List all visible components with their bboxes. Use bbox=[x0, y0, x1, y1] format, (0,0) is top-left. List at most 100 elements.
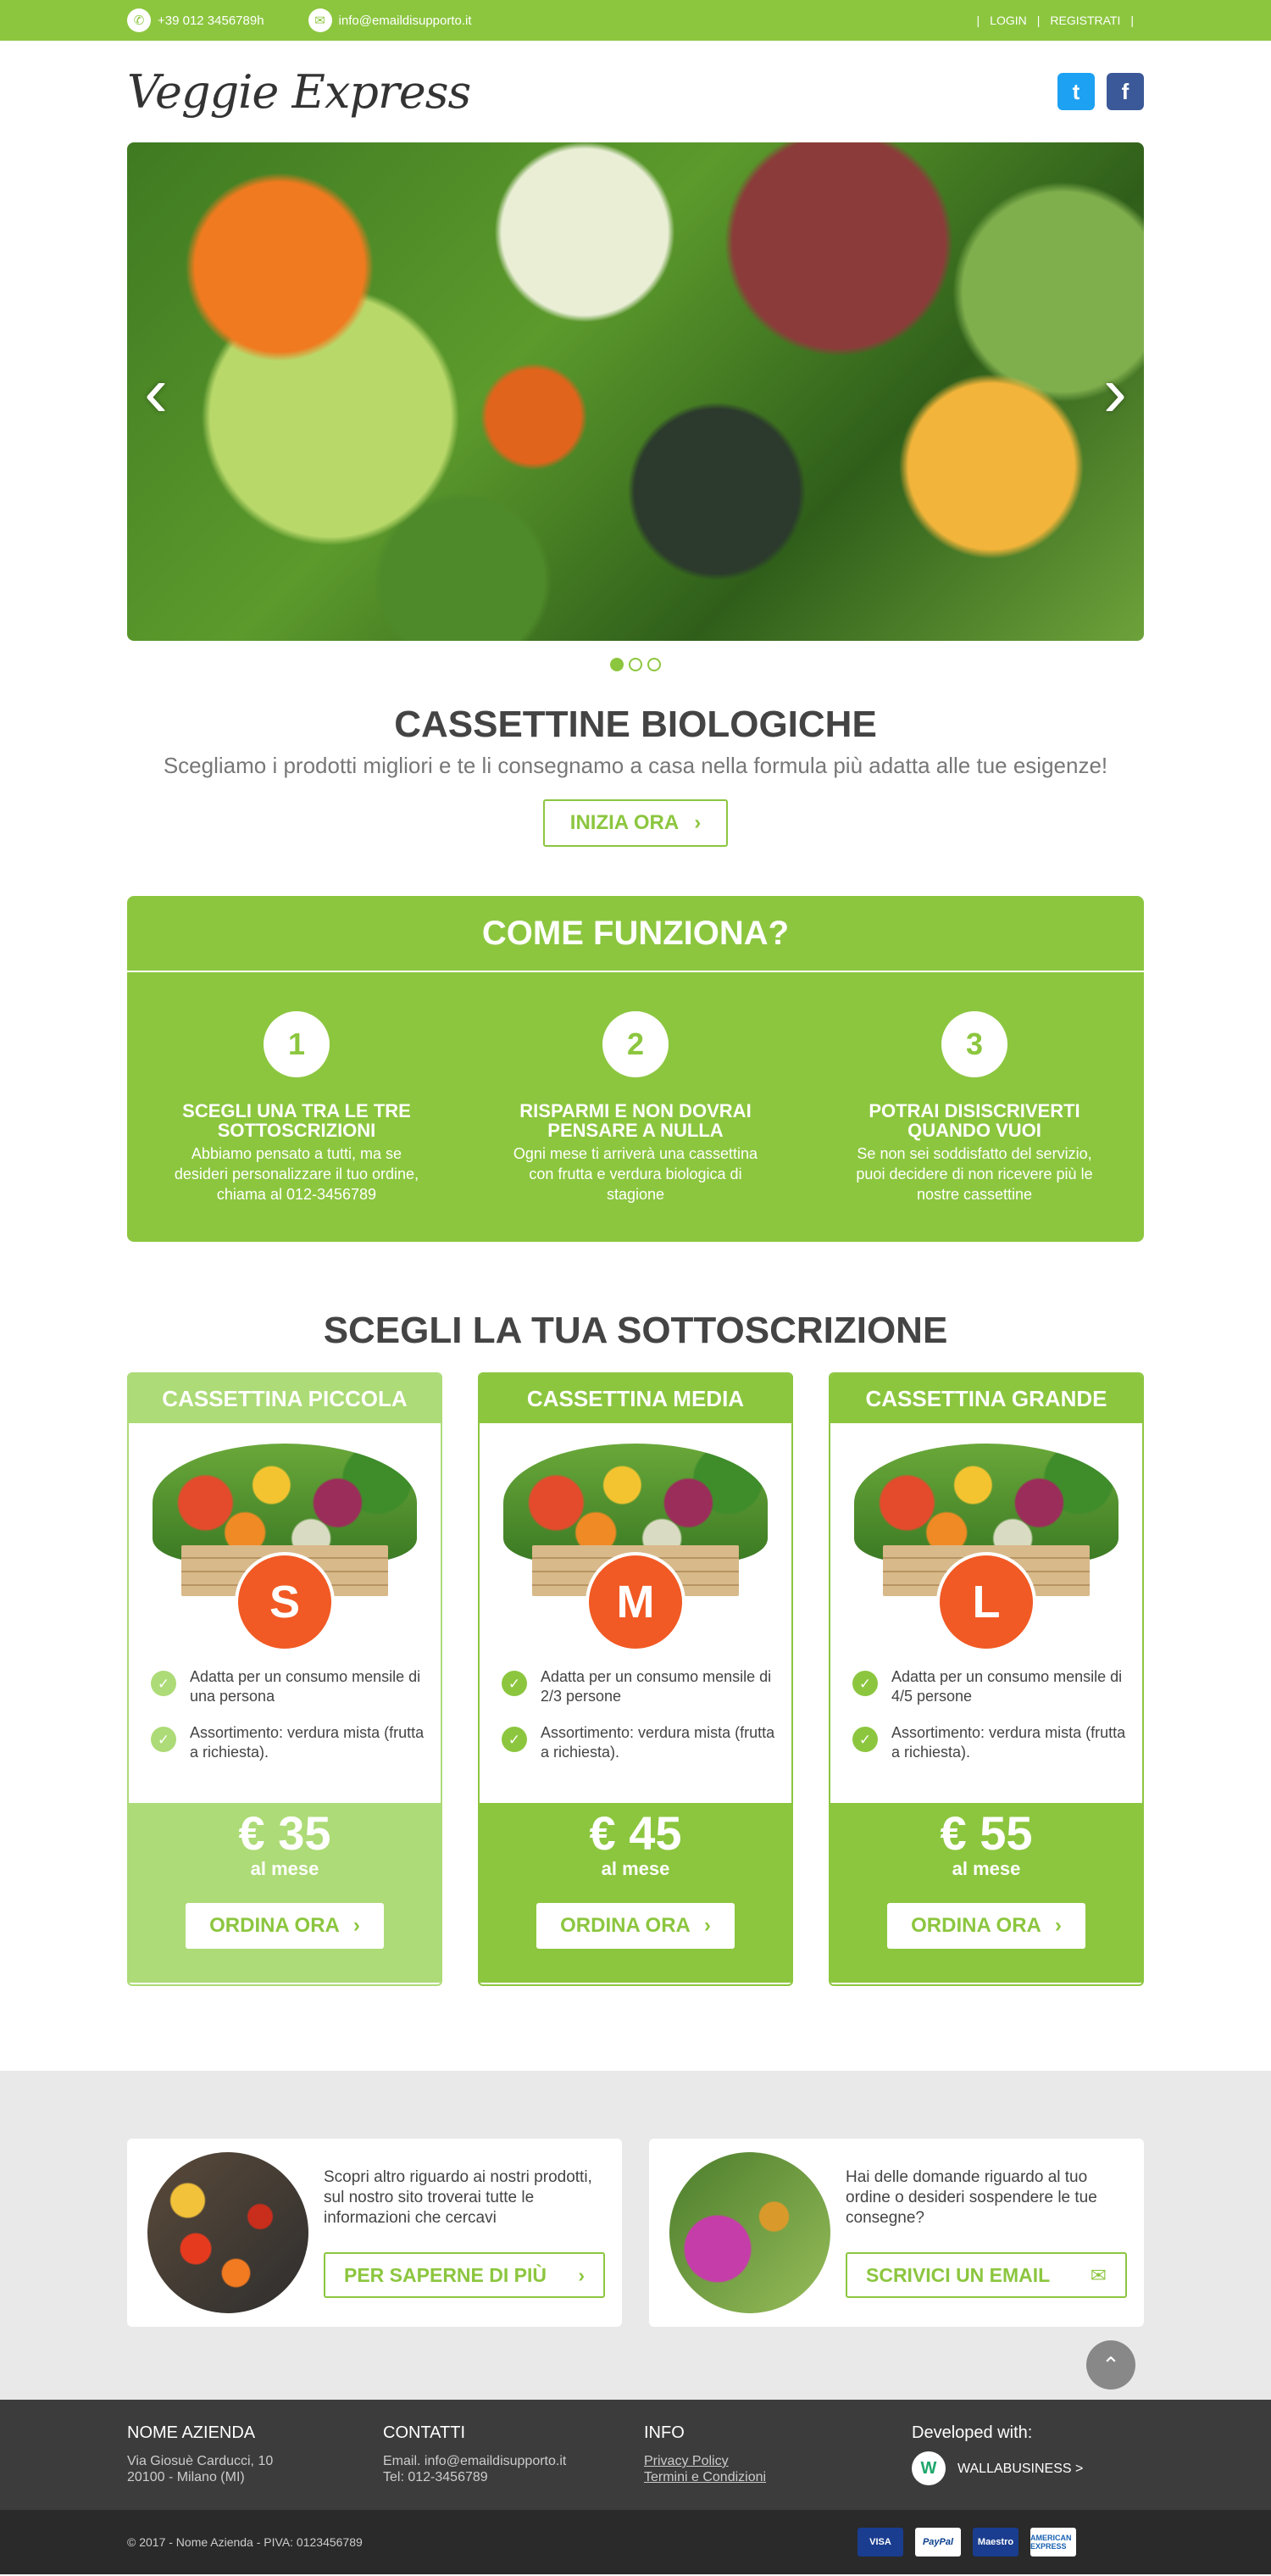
chevron-right-icon: › bbox=[352, 1914, 360, 1937]
check-icon: ✓ bbox=[502, 1671, 527, 1696]
address-line: 20100 - Milano (MI) bbox=[127, 2470, 245, 2484]
top-bar: ✆ +39 012 3456789h ✉ info@emaildisupport… bbox=[0, 0, 1271, 41]
check-icon: ✓ bbox=[852, 1727, 878, 1752]
feature-item: ✓ Adatta per un consumo mensile di 4/5 p… bbox=[852, 1667, 1132, 1706]
feature-item: ✓ Assortimento: verdura mista (frutta a … bbox=[151, 1723, 430, 1762]
address-line: Via Giosuè Carducci, 10 bbox=[127, 2454, 274, 2468]
start-now-button[interactable]: INIZIA ORA › bbox=[542, 799, 729, 847]
twitter-icon[interactable]: t bbox=[1057, 73, 1095, 110]
scroll-to-top-icon[interactable]: ⌃ bbox=[1086, 2340, 1135, 2390]
info-cards: Scopri altro riguardo ai nostri prodotti… bbox=[127, 2139, 1144, 2327]
feature-item: ✓ Assortimento: verdura mista (frutta a … bbox=[502, 1723, 781, 1762]
plan-price: € 35 bbox=[238, 1806, 331, 1860]
step-text: Se non sei soddisfatto del servizio, puo… bbox=[856, 1145, 1093, 1203]
feature-text: Adatta per un consumo mensile di 2/3 per… bbox=[541, 1668, 772, 1705]
write-email-button[interactable]: SCRIVICI UN EMAIL ✉ bbox=[846, 2252, 1127, 2298]
step-number: 3 bbox=[941, 1011, 1007, 1077]
feature-text: Assortimento: verdura mista (frutta a ri… bbox=[190, 1724, 425, 1761]
wallabusiness-logo-icon: W bbox=[912, 2451, 946, 2485]
separator: | bbox=[1130, 14, 1134, 27]
wallabusiness-label: WALLABUSINESS > bbox=[957, 2461, 1084, 2476]
logo[interactable]: Veggie Express bbox=[127, 65, 471, 119]
order-now-label: ORDINA ORA bbox=[560, 1914, 691, 1937]
plan-period: al mese bbox=[250, 1858, 319, 1879]
footer-company: NOME AZIENDA Via Giosuè Carducci, 10 201… bbox=[127, 2424, 383, 2485]
bottom-bar: © 2017 - Nome Azienda - PIVA: 0123456789… bbox=[0, 2510, 1271, 2574]
contact-phone: Tel: 012-3456789 bbox=[383, 2470, 488, 2484]
slider-dot[interactable] bbox=[629, 658, 642, 671]
plan-price-area: € 45 al mese ORDINA ORA › bbox=[480, 1803, 791, 1983]
feature-text: Assortimento: verdura mista (frutta a ri… bbox=[891, 1724, 1126, 1761]
subscriptions-title: SCEGLI LA TUA SOTTOSCRIZIONE bbox=[323, 1310, 948, 1351]
feature-item: ✓ Adatta per un consumo mensile di 2/3 p… bbox=[502, 1667, 781, 1706]
footer: NOME AZIENDA Via Giosuè Carducci, 10 201… bbox=[0, 2400, 1271, 2510]
email-address: info@emaildisupporto.it bbox=[338, 13, 472, 28]
check-icon: ✓ bbox=[502, 1727, 527, 1752]
plan-price-area: € 35 al mese ORDINA ORA › bbox=[129, 1803, 441, 1983]
size-badge: S bbox=[235, 1552, 335, 1652]
slider-dot[interactable] bbox=[647, 658, 661, 671]
hero-slider-wrap: ‹ › bbox=[127, 142, 1144, 671]
how-it-works: COME FUNZIONA? 1 SCEGLI UNA TRA LE TRE S… bbox=[127, 896, 1144, 1242]
order-now-button[interactable]: ORDINA ORA › bbox=[186, 1903, 384, 1949]
footer-heading: INFO bbox=[644, 2423, 685, 2442]
slider-next-icon[interactable]: › bbox=[1103, 356, 1127, 427]
chevron-right-icon: › bbox=[1054, 1914, 1062, 1937]
plan-card-small: CASSETTINA PICCOLA S ✓ Adatta per un con… bbox=[127, 1372, 442, 1986]
phone-number: +39 012 3456789h bbox=[158, 13, 264, 28]
plan-image: M bbox=[480, 1423, 791, 1652]
steps: 1 SCEGLI UNA TRA LE TRE SOTTOSCRIZIONI A… bbox=[127, 972, 1144, 1205]
account-links: | LOGIN | REGISTRATI | bbox=[967, 14, 1144, 27]
plan-price-area: € 55 al mese ORDINA ORA › bbox=[830, 1803, 1142, 1983]
privacy-link[interactable]: Privacy Policy bbox=[644, 2453, 912, 2469]
step-text: Abbiamo pensato a tutti, ma se desideri … bbox=[174, 1145, 419, 1203]
plan-features: ✓ Adatta per un consumo mensile di 2/3 p… bbox=[480, 1652, 791, 1803]
hero-slider: ‹ › bbox=[127, 142, 1144, 641]
order-now-button[interactable]: ORDINA ORA › bbox=[536, 1903, 735, 1949]
paypal-icon: PayPal bbox=[915, 2528, 961, 2557]
phone-icon: ✆ bbox=[127, 8, 151, 32]
step-1: 1 SCEGLI UNA TRA LE TRE SOTTOSCRIZIONI A… bbox=[169, 1011, 424, 1205]
order-now-button[interactable]: ORDINA ORA › bbox=[887, 1903, 1085, 1949]
step-text: Ogni mese ti arriverà una cassettina con… bbox=[513, 1145, 758, 1203]
register-link[interactable]: REGISTRATI bbox=[1050, 14, 1120, 27]
check-icon: ✓ bbox=[151, 1727, 176, 1752]
step-title: RISPARMI E NON DOVRAI PENSARE A NULLA bbox=[519, 1100, 752, 1141]
slider-prev-icon[interactable]: ‹ bbox=[144, 356, 168, 427]
plan-features: ✓ Adatta per un consumo mensile di 4/5 p… bbox=[830, 1652, 1142, 1803]
bee-flower-image bbox=[669, 2152, 830, 2313]
order-now-label: ORDINA ORA bbox=[209, 1914, 340, 1937]
plan-price: € 55 bbox=[940, 1806, 1033, 1860]
plan-price: € 45 bbox=[589, 1806, 682, 1860]
copyright: © 2017 - Nome Azienda - PIVA: 0123456789 bbox=[127, 2535, 363, 2549]
slider-dot[interactable] bbox=[610, 658, 624, 671]
plan-features: ✓ Adatta per un consumo mensile di una p… bbox=[129, 1652, 441, 1803]
email-contact[interactable]: ✉ info@emaildisupporto.it bbox=[308, 8, 472, 32]
maestro-icon: Maestro bbox=[973, 2528, 1018, 2557]
login-link[interactable]: LOGIN bbox=[990, 14, 1027, 27]
phone-contact[interactable]: ✆ +39 012 3456789h bbox=[127, 8, 264, 32]
contact-email[interactable]: Email. info@emaildisupporto.it bbox=[383, 2453, 644, 2469]
start-now-label: INIZIA ORA bbox=[569, 811, 680, 834]
plan-period: al mese bbox=[601, 1858, 670, 1879]
feature-item: ✓ Adatta per un consumo mensile di una p… bbox=[151, 1667, 430, 1706]
terms-link[interactable]: Termini e Condizioni bbox=[644, 2469, 912, 2485]
plans: CASSETTINA PICCOLA S ✓ Adatta per un con… bbox=[127, 1372, 1144, 1986]
social-links: t f bbox=[1057, 73, 1144, 110]
plan-name: CASSETTINA PICCOLA bbox=[129, 1374, 441, 1423]
check-icon: ✓ bbox=[151, 1671, 176, 1696]
feature-text: Adatta per un consumo mensile di 4/5 per… bbox=[891, 1668, 1123, 1705]
intro-section: CASSETTINE BIOLOGICHE Scegliamo i prodot… bbox=[127, 704, 1144, 847]
header: Veggie Express t f bbox=[0, 41, 1271, 142]
facebook-icon[interactable]: f bbox=[1107, 73, 1144, 110]
slider-dots bbox=[127, 658, 1144, 671]
chevron-right-icon: › bbox=[578, 2263, 585, 2286]
footer-heading: CONTATTI bbox=[383, 2423, 466, 2442]
size-badge: M bbox=[586, 1552, 685, 1652]
learn-more-button[interactable]: PER SAPERNE DI PIÙ › bbox=[324, 2252, 605, 2298]
size-badge: L bbox=[936, 1552, 1036, 1652]
step-number: 1 bbox=[264, 1011, 330, 1077]
footer-heading: Developed with: bbox=[912, 2423, 1033, 2442]
wallabusiness-link[interactable]: W WALLABUSINESS > bbox=[912, 2451, 1083, 2485]
how-title: COME FUNZIONA? bbox=[127, 896, 1144, 972]
